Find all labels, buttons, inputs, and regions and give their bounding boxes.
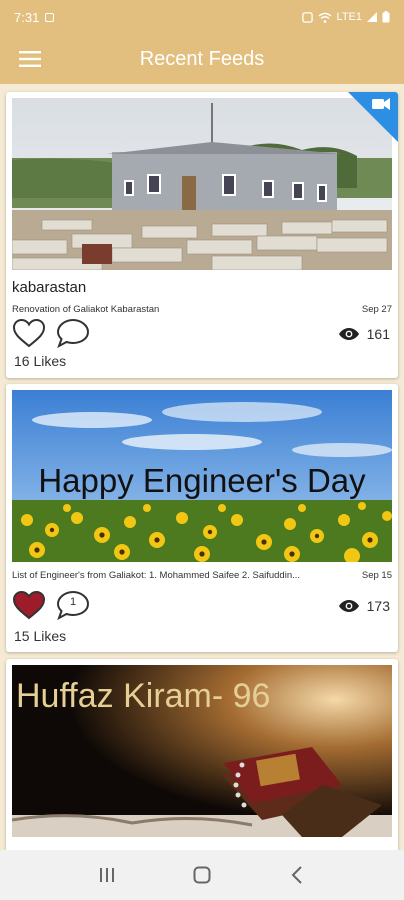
comment-button[interactable] [56, 318, 90, 353]
feed-description: Renovation of Galiakot Kabarastan [12, 304, 160, 315]
eye-icon [338, 328, 359, 340]
feed-description: List of Engineer's from Galiakot: 1. Moh… [12, 570, 301, 581]
like-button[interactable] [12, 318, 46, 353]
back-button[interactable] [277, 855, 317, 895]
feed-title[interactable]: kabarastan [12, 279, 86, 296]
status-bar: 7:31 LTE1 [0, 0, 404, 34]
view-count: 173 [338, 598, 390, 614]
recents-icon [100, 868, 115, 882]
likes-count: 15 Likes [14, 628, 67, 644]
alarm-icon [301, 11, 313, 23]
feed-image[interactable]: Huffaz Kiram- 96 [12, 665, 392, 837]
feed-date: Sep 27 [361, 304, 392, 315]
feed-card[interactable]: Happy Engineer's Day List of Engineer's … [6, 384, 398, 652]
back-chevron-icon [291, 866, 302, 884]
feed-card[interactable]: kabarastan Renovation of Galiakot Kabara… [6, 92, 398, 378]
views-value: 161 [366, 326, 390, 342]
hamburger-menu-icon [19, 51, 41, 67]
feed-date: Sep 15 [361, 570, 392, 581]
feed-card[interactable]: Huffaz Kiram- 96 [6, 659, 398, 850]
battery-icon [382, 11, 390, 23]
status-time: 7:31 [14, 9, 40, 25]
image-caption: Huffaz Kiram- 96 [16, 677, 271, 715]
page-title: Recent Feeds [139, 47, 265, 70]
comment-count: 1 [69, 595, 77, 608]
view-count: 161 [338, 326, 390, 342]
wifi-icon [318, 12, 331, 23]
signal-icon [367, 12, 377, 22]
recents-button[interactable] [87, 855, 127, 895]
like-button[interactable] [12, 590, 46, 625]
feed-image[interactable]: Happy Engineer's Day [12, 390, 392, 562]
network-label: LTE1 [336, 11, 362, 23]
home-button[interactable] [182, 855, 222, 895]
feed-image[interactable] [12, 98, 392, 270]
video-badge [348, 92, 398, 142]
comment-button[interactable]: 1 [56, 590, 90, 625]
feed-list[interactable]: kabarastan Renovation of Galiakot Kabara… [0, 84, 404, 850]
likes-count: 16 Likes [14, 353, 67, 369]
eye-icon [338, 600, 359, 612]
video-camera-icon [372, 99, 384, 109]
views-value: 173 [366, 598, 390, 614]
image-caption: Happy Engineer's Day [38, 462, 366, 499]
home-icon [193, 866, 211, 884]
heart-outline-icon [12, 318, 46, 347]
heart-filled-icon [12, 590, 46, 619]
comment-bubble-icon [56, 318, 90, 348]
system-nav-bar [0, 850, 404, 900]
app-bar: Recent Feeds [0, 34, 404, 84]
screenshot-icon [45, 12, 55, 22]
menu-button[interactable] [0, 34, 60, 84]
